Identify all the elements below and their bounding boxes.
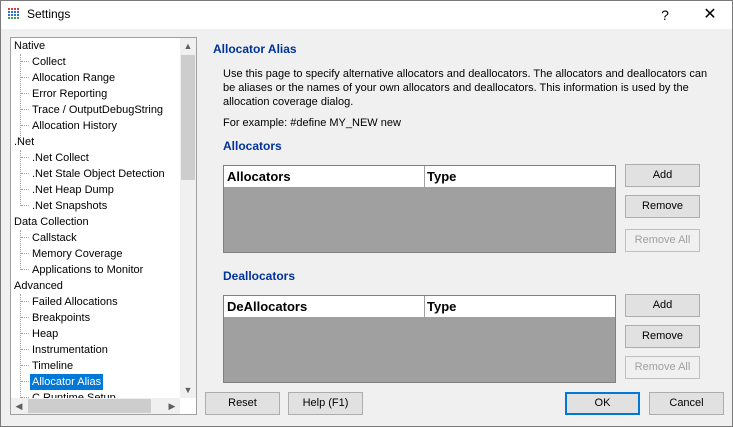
- help-button[interactable]: ?: [653, 3, 677, 27]
- tree-item-allocator-alias[interactable]: Allocator Alias: [30, 374, 104, 390]
- tree-item-memory-coverage[interactable]: Memory Coverage: [32, 246, 122, 262]
- tree-item-c-runtime-setup[interactable]: C Runtime Setup: [32, 390, 116, 398]
- tree-line: [21, 157, 29, 158]
- page-title: Allocator Alias: [213, 42, 297, 56]
- tree-line: [21, 189, 29, 190]
- tree-item-allocation-range[interactable]: Allocation Range: [32, 70, 115, 86]
- tree-line: [20, 294, 21, 398]
- table-header: Allocators Type: [224, 166, 615, 188]
- page-example: For example: #define MY_NEW new: [223, 117, 401, 129]
- tree-line: [21, 301, 29, 302]
- tree-line: [21, 125, 29, 126]
- deallocators-remove-all-button[interactable]: Remove All: [625, 356, 700, 379]
- tree-line: [21, 381, 29, 382]
- tree-item-breakpoints[interactable]: Breakpoints: [32, 310, 90, 326]
- tree-item-collect[interactable]: Collect: [32, 54, 66, 70]
- tree-line: [21, 317, 29, 318]
- allocators-remove-button[interactable]: Remove: [625, 195, 700, 218]
- ok-button[interactable]: OK: [565, 392, 640, 415]
- cancel-button[interactable]: Cancel: [649, 392, 724, 415]
- tree-item-advanced[interactable]: Advanced: [14, 278, 63, 294]
- tree-item-trace[interactable]: Trace / OutputDebugString: [32, 102, 163, 118]
- column-header-type[interactable]: Type: [424, 166, 456, 188]
- allocators-table[interactable]: Allocators Type: [223, 165, 616, 253]
- tree-item-net[interactable]: .Net: [14, 134, 34, 150]
- tree-item-net-heap-dump[interactable]: .Net Heap Dump: [32, 182, 114, 198]
- tree-line: [20, 54, 21, 142]
- tree-item-instrumentation[interactable]: Instrumentation: [32, 342, 108, 358]
- tree-line: [21, 173, 29, 174]
- column-header-deallocators[interactable]: DeAllocators: [224, 296, 307, 318]
- tree-line: [21, 365, 29, 366]
- app-icon: [7, 7, 21, 21]
- tree-line: [21, 349, 29, 350]
- tree-item-allocation-history[interactable]: Allocation History: [32, 118, 117, 134]
- tree-item-net-collect[interactable]: .Net Collect: [32, 150, 89, 166]
- scroll-left-icon[interactable]: ◀: [11, 398, 27, 414]
- tree-line: [21, 237, 29, 238]
- tree-horizontal-scrollbar[interactable]: ◀ ▶: [11, 398, 180, 414]
- tree-line: [21, 93, 29, 94]
- tree-line: [21, 77, 29, 78]
- tree-item-callstack[interactable]: Callstack: [32, 230, 77, 246]
- page-description: Use this page to specify alternative all…: [223, 68, 708, 108]
- tree-line: [21, 205, 29, 206]
- tree-line: [21, 61, 29, 62]
- deallocators-heading: Deallocators: [223, 269, 296, 283]
- allocators-remove-all-button[interactable]: Remove All: [625, 229, 700, 252]
- vertical-scroll-thumb[interactable]: [181, 55, 195, 180]
- tree-item-net-stale[interactable]: .Net Stale Object Detection: [32, 166, 165, 182]
- tree-item-heap[interactable]: Heap: [32, 326, 58, 342]
- deallocators-remove-button[interactable]: Remove: [625, 325, 700, 348]
- allocators-add-button[interactable]: Add: [625, 164, 700, 187]
- horizontal-scroll-thumb[interactable]: [28, 399, 151, 413]
- scroll-down-icon[interactable]: ▼: [180, 382, 196, 398]
- tree-line: [21, 333, 29, 334]
- close-button[interactable]: ✕: [693, 3, 727, 27]
- tree-vertical-scrollbar[interactable]: ▲ ▼: [180, 38, 196, 398]
- tree-line: [21, 269, 29, 270]
- scroll-up-icon[interactable]: ▲: [180, 38, 196, 54]
- tree-item-error-reporting[interactable]: Error Reporting: [32, 86, 107, 102]
- tree-line: [20, 230, 21, 270]
- tree-item-applications-to-monitor[interactable]: Applications to Monitor: [32, 262, 143, 278]
- column-header-allocators[interactable]: Allocators: [224, 166, 291, 188]
- tree-item-native[interactable]: Native: [14, 38, 45, 54]
- tree-item-data-collection[interactable]: Data Collection: [14, 214, 89, 230]
- settings-dialog: Settings ? ✕ Native Collect Allocation R…: [0, 0, 733, 427]
- scroll-right-icon[interactable]: ▶: [164, 398, 180, 414]
- window-title: Settings: [27, 7, 71, 21]
- settings-tree[interactable]: Native Collect Allocation Range Error Re…: [10, 37, 197, 415]
- tree-line: [21, 253, 29, 254]
- tree-item-failed-allocations[interactable]: Failed Allocations: [32, 294, 118, 310]
- deallocators-add-button[interactable]: Add: [625, 294, 700, 317]
- title-bar: Settings ? ✕: [1, 1, 732, 29]
- tree-line: [20, 150, 21, 206]
- tree-item-net-snapshots[interactable]: .Net Snapshots: [32, 198, 107, 214]
- deallocators-table[interactable]: DeAllocators Type: [223, 295, 616, 383]
- allocators-heading: Allocators: [223, 139, 282, 153]
- table-header: DeAllocators Type: [224, 296, 615, 318]
- column-header-type[interactable]: Type: [424, 296, 456, 318]
- tree-line: [21, 109, 29, 110]
- tree-item-timeline[interactable]: Timeline: [32, 358, 73, 374]
- help-f1-button[interactable]: Help (F1): [288, 392, 363, 415]
- reset-button[interactable]: Reset: [205, 392, 280, 415]
